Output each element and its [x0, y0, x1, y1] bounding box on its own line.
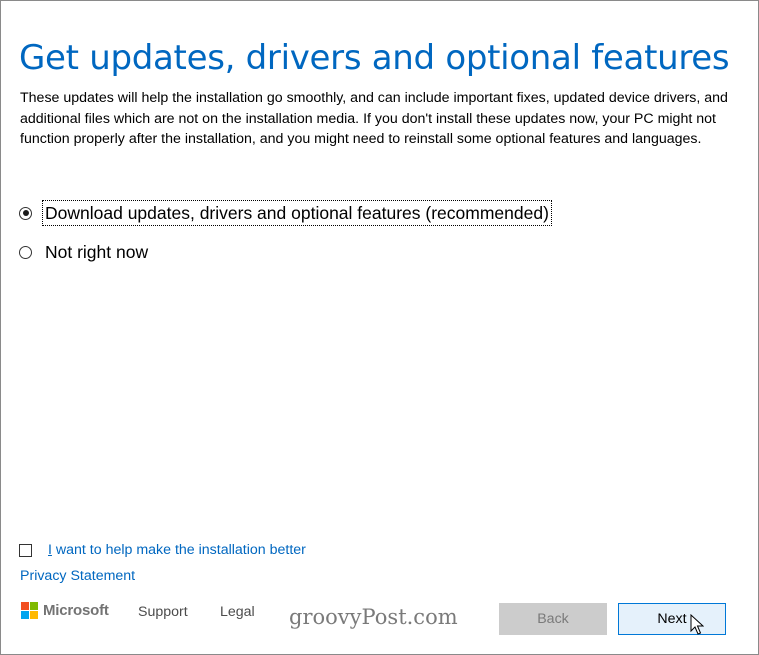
- support-link[interactable]: Support: [138, 604, 188, 620]
- radio-not-right-now[interactable]: Not right now: [19, 239, 149, 265]
- help-improve-label-text: want to help make the installation bette…: [51, 542, 306, 558]
- help-improve-checkbox-row[interactable]: I want to help make the installation bet…: [19, 542, 306, 558]
- radio-button-unselected-icon[interactable]: [19, 245, 32, 259]
- privacy-statement-link[interactable]: Privacy Statement: [20, 568, 135, 584]
- legal-link[interactable]: Legal: [220, 604, 255, 620]
- logo-square-blue: [21, 611, 29, 619]
- radio-not-right-now-label[interactable]: Not right now: [44, 241, 149, 263]
- logo-square-yellow: [30, 611, 38, 619]
- back-button[interactable]: Back: [499, 603, 607, 635]
- microsoft-logo-icon: [21, 602, 38, 619]
- setup-window: Get updates, drivers and optional featur…: [0, 0, 759, 655]
- watermark-text: groovyPost.com: [289, 605, 458, 629]
- microsoft-wordmark: Microsoft: [43, 602, 109, 619]
- microsoft-logo: Microsoft: [21, 602, 109, 619]
- logo-square-red: [21, 602, 29, 610]
- radio-button-selected-icon[interactable]: [19, 206, 32, 220]
- next-button[interactable]: Next: [618, 603, 726, 635]
- page-description: These updates will help the installation…: [20, 90, 728, 147]
- help-improve-checkbox-label[interactable]: I want to help make the installation bet…: [48, 542, 306, 558]
- radio-download-updates[interactable]: Download updates, drivers and optional f…: [19, 200, 552, 226]
- logo-square-green: [30, 602, 38, 610]
- radio-download-updates-label[interactable]: Download updates, drivers and optional f…: [42, 200, 552, 226]
- help-improve-checkbox[interactable]: [19, 543, 32, 557]
- page-title: Get updates, drivers and optional featur…: [19, 38, 730, 78]
